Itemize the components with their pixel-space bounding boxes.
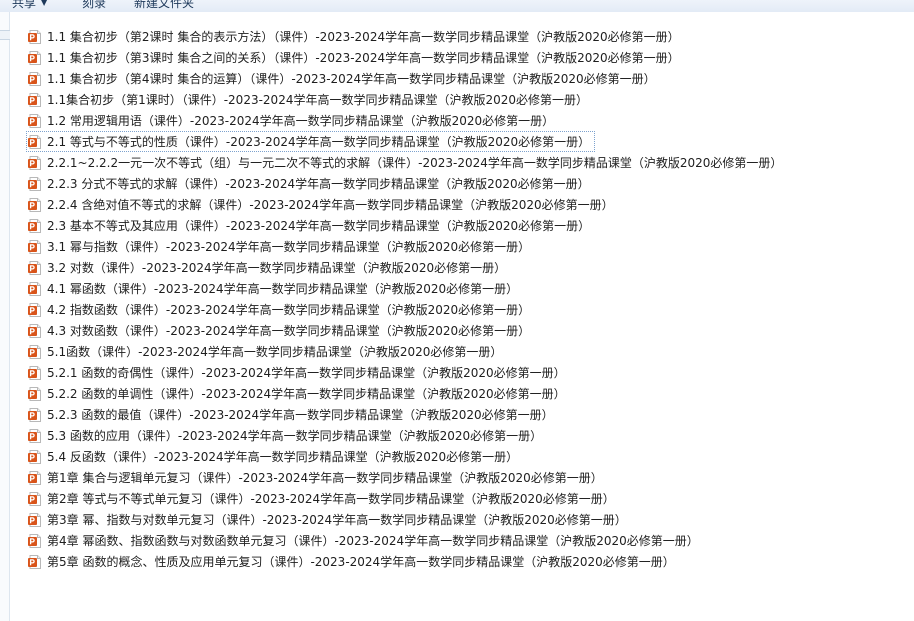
navigation-pane-item[interactable] (0, 30, 10, 40)
powerpoint-file-icon (27, 428, 43, 444)
file-name: 4.1 幂函数（课件）-2023-2024学年高一数学同步精品课堂（沪教版202… (47, 281, 519, 296)
file-name: 5.2.3 函数的最值（课件）-2023-2024学年高一数学同步精品课堂（沪教… (47, 407, 554, 422)
share-button[interactable]: 共享 ▼ (12, 0, 47, 11)
file-name: 2.2.1~2.2.2一元一次不等式（组）与一元二次不等式的求解（课件）-202… (47, 155, 783, 170)
file-list-item[interactable]: 3.1 幂与指数（课件）-2023-2024学年高一数学同步精品课堂（沪教版20… (26, 236, 535, 257)
powerpoint-file-icon (27, 239, 43, 255)
powerpoint-file-icon (27, 386, 43, 402)
file-name: 2.2.3 分式不等式的求解（课件）-2023-2024学年高一数学同步精品课堂… (47, 176, 590, 191)
file-name: 第1章 集合与逻辑单元复习（课件）-2023-2024学年高一数学同步精品课堂（… (47, 470, 603, 485)
powerpoint-file-icon (27, 176, 43, 192)
file-list-item[interactable]: 5.4 反函数（课件）-2023-2024学年高一数学同步精品课堂（沪教版202… (26, 446, 523, 467)
file-list-item[interactable]: 5.2.3 函数的最值（课件）-2023-2024学年高一数学同步精品课堂（沪教… (26, 404, 559, 425)
file-list-item[interactable]: 第2章 等式与不等式单元复习（课件）-2023-2024学年高一数学同步精品课堂… (26, 488, 620, 509)
file-list-item[interactable]: 5.2.2 函数的单调性（课件）-2023-2024学年高一数学同步精品课堂（沪… (26, 383, 571, 404)
file-name: 1.1集合初步（第1课时）（课件）-2023-2024学年高一数学同步精品课堂（… (47, 92, 588, 107)
file-list-item[interactable]: 3.2 对数（课件）-2023-2024学年高一数学同步精品课堂（沪教版2020… (26, 257, 511, 278)
navigation-pane[interactable] (0, 12, 10, 621)
file-list-item[interactable]: 2.2.4 含绝对值不等式的求解（课件）-2023-2024学年高一数学同步精品… (26, 194, 619, 215)
file-name: 4.3 对数函数（课件）-2023-2024学年高一数学同步精品课堂（沪教版20… (47, 323, 531, 338)
command-bar: 共享 ▼ 刻录 新建文件夹 (0, 0, 914, 12)
chevron-down-icon: ▼ (41, 0, 48, 7)
file-name: 5.2.2 函数的单调性（课件）-2023-2024学年高一数学同步精品课堂（沪… (47, 386, 566, 401)
file-list-item[interactable]: 4.2 指数函数（课件）-2023-2024学年高一数学同步精品课堂（沪教版20… (26, 299, 535, 320)
file-list-item[interactable]: 1.2 常用逻辑用语（课件）-2023-2024学年高一数学同步精品课堂（沪教版… (26, 110, 559, 131)
file-list-item[interactable]: 1.1 集合初步（第4课时 集合的运算）（课件）-2023-2024学年高一数学… (26, 68, 661, 89)
file-list-item[interactable]: 第1章 集合与逻辑单元复习（课件）-2023-2024学年高一数学同步精品课堂（… (26, 467, 608, 488)
powerpoint-file-icon (27, 29, 43, 45)
file-name: 2.2.4 含绝对值不等式的求解（课件）-2023-2024学年高一数学同步精品… (47, 197, 614, 212)
powerpoint-file-icon (27, 491, 43, 507)
file-list-item[interactable]: 1.1 集合初步（第2课时 集合的表示方法）（课件）-2023-2024学年高一… (26, 26, 685, 47)
powerpoint-file-icon (27, 554, 43, 570)
file-list-item[interactable]: 第3章 幂、指数与对数单元复习（课件）-2023-2024学年高一数学同步精品课… (26, 509, 632, 530)
file-list-item[interactable]: 1.1集合初步（第1课时）（课件）-2023-2024学年高一数学同步精品课堂（… (26, 89, 593, 110)
file-list-item[interactable]: 5.2.1 函数的奇偶性（课件）-2023-2024学年高一数学同步精品课堂（沪… (26, 362, 571, 383)
powerpoint-file-icon (27, 323, 43, 339)
file-name: 5.1函数（课件）-2023-2024学年高一数学同步精品课堂（沪教版2020必… (47, 344, 503, 359)
powerpoint-file-icon (27, 365, 43, 381)
powerpoint-file-icon (27, 218, 43, 234)
powerpoint-file-icon (27, 260, 43, 276)
file-list-item[interactable]: 第5章 函数的概念、性质及应用单元复习（课件）-2023-2024学年高一数学同… (26, 551, 680, 572)
file-name: 3.1 幂与指数（课件）-2023-2024学年高一数学同步精品课堂（沪教版20… (47, 239, 531, 254)
file-list-item[interactable]: 第4章 幂函数、指数函数与对数函数单元复习（课件）-2023-2024学年高一数… (26, 530, 704, 551)
powerpoint-file-icon (27, 50, 43, 66)
file-name: 2.3 基本不等式及其应用（课件）-2023-2024学年高一数学同步精品课堂（… (47, 218, 591, 233)
file-list-item[interactable]: 2.3 基本不等式及其应用（课件）-2023-2024学年高一数学同步精品课堂（… (26, 215, 595, 236)
powerpoint-file-icon (27, 344, 43, 360)
powerpoint-file-icon (27, 155, 43, 171)
file-name: 4.2 指数函数（课件）-2023-2024学年高一数学同步精品课堂（沪教版20… (47, 302, 531, 317)
powerpoint-file-icon (27, 113, 43, 129)
new-folder-label: 新建文件夹 (134, 0, 195, 10)
file-name: 第2章 等式与不等式单元复习（课件）-2023-2024学年高一数学同步精品课堂… (47, 491, 615, 506)
powerpoint-file-icon (27, 197, 43, 213)
file-name: 1.1 集合初步（第4课时 集合的运算）（课件）-2023-2024学年高一数学… (47, 71, 656, 86)
file-name: 5.2.1 函数的奇偶性（课件）-2023-2024学年高一数学同步精品课堂（沪… (47, 365, 566, 380)
file-list-item[interactable]: 2.2.1~2.2.2一元一次不等式（组）与一元二次不等式的求解（课件）-202… (26, 152, 787, 173)
file-list-item[interactable]: 4.1 幂函数（课件）-2023-2024学年高一数学同步精品课堂（沪教版202… (26, 278, 523, 299)
burn-button[interactable]: 刻录 (82, 0, 106, 11)
file-name: 2.1 等式与不等式的性质（课件）-2023-2024学年高一数学同步精品课堂（… (47, 134, 591, 149)
powerpoint-file-icon (27, 449, 43, 465)
file-name: 第5章 函数的概念、性质及应用单元复习（课件）-2023-2024学年高一数学同… (47, 554, 675, 569)
file-list-item[interactable]: 5.3 函数的应用（课件）-2023-2024学年高一数学同步精品课堂（沪教版2… (26, 425, 547, 446)
powerpoint-file-icon (27, 134, 43, 150)
powerpoint-file-icon (27, 71, 43, 87)
file-list-item[interactable]: 2.2.3 分式不等式的求解（课件）-2023-2024学年高一数学同步精品课堂… (26, 173, 595, 194)
file-list-item[interactable]: 4.3 对数函数（课件）-2023-2024学年高一数学同步精品课堂（沪教版20… (26, 320, 535, 341)
file-name: 5.4 反函数（课件）-2023-2024学年高一数学同步精品课堂（沪教版202… (47, 449, 519, 464)
powerpoint-file-icon (27, 470, 43, 486)
file-name: 第3章 幂、指数与对数单元复习（课件）-2023-2024学年高一数学同步精品课… (47, 512, 627, 527)
file-list-item[interactable]: 5.1函数（课件）-2023-2024学年高一数学同步精品课堂（沪教版2020必… (26, 341, 507, 362)
powerpoint-file-icon (27, 281, 43, 297)
file-list-item[interactable]: 1.1 集合初步（第3课时 集合之间的关系）（课件）-2023-2024学年高一… (26, 47, 685, 68)
powerpoint-file-icon (27, 92, 43, 108)
file-list: 1.1 集合初步（第2课时 集合的表示方法）（课件）-2023-2024学年高一… (26, 26, 906, 572)
powerpoint-file-icon (27, 533, 43, 549)
file-name: 5.3 函数的应用（课件）-2023-2024学年高一数学同步精品课堂（沪教版2… (47, 428, 543, 443)
share-label: 共享 (12, 0, 37, 10)
new-folder-button[interactable]: 新建文件夹 (134, 0, 194, 11)
file-name: 1.2 常用逻辑用语（课件）-2023-2024学年高一数学同步精品课堂（沪教版… (47, 113, 555, 128)
powerpoint-file-icon (27, 407, 43, 423)
file-name: 1.1 集合初步（第2课时 集合的表示方法）（课件）-2023-2024学年高一… (47, 29, 680, 44)
file-name: 3.2 对数（课件）-2023-2024学年高一数学同步精品课堂（沪教版2020… (47, 260, 507, 275)
powerpoint-file-icon (27, 302, 43, 318)
powerpoint-file-icon (27, 512, 43, 528)
file-name: 1.1 集合初步（第3课时 集合之间的关系）（课件）-2023-2024学年高一… (47, 50, 680, 65)
file-name: 第4章 幂函数、指数函数与对数函数单元复习（课件）-2023-2024学年高一数… (47, 533, 699, 548)
burn-label: 刻录 (82, 0, 107, 10)
file-list-item[interactable]: 2.1 等式与不等式的性质（课件）-2023-2024学年高一数学同步精品课堂（… (26, 131, 596, 152)
